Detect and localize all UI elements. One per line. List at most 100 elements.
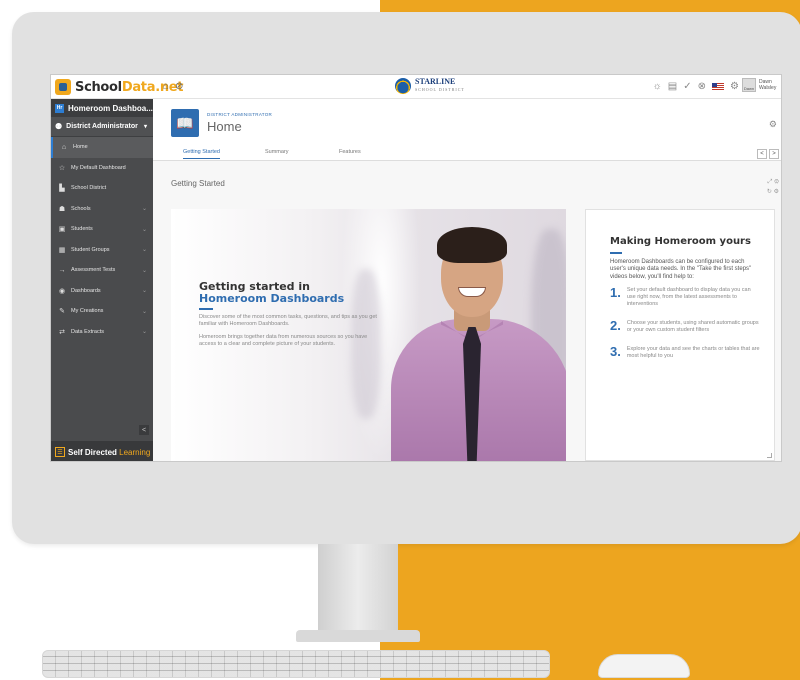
student-icon: ▣ — [58, 226, 66, 234]
sidebar-item-label: Assessment Tests — [71, 267, 116, 274]
toolbar-icons: ☼ ▤ ✓ ⊗ ⚙ — [653, 81, 739, 93]
sidebar-item-my-creations[interactable]: ✎ My Creations ⌄ — [51, 301, 153, 322]
page-settings-gear-icon[interactable]: ⚙ — [769, 119, 777, 130]
chevron-down-icon: ▾ — [143, 124, 147, 130]
chevron-left-icon[interactable]: < — [757, 149, 767, 159]
tab-summary[interactable]: Summary — [265, 149, 289, 158]
sidebar-collapse-button[interactable]: < — [139, 425, 149, 435]
section-gear-icon[interactable]: ⚙ — [774, 179, 779, 185]
refresh-icon[interactable]: ↻ — [767, 189, 772, 195]
sidebar-item-assessment-tests[interactable]: → Assessment Tests ⌄ — [51, 260, 153, 281]
learning-icon: ☰ — [55, 447, 65, 457]
chevron-down-icon: ⌄ — [141, 267, 147, 274]
hero-copy: Getting started in Homeroom Dashboards D… — [199, 281, 379, 354]
hero-divider — [199, 308, 213, 310]
mouse — [598, 654, 690, 678]
app-screen: SchoolData.net ⌂ ⊘ STARLINE SCHOOL DISTRI… — [50, 74, 782, 462]
chevron-down-icon: ⌄ — [141, 329, 147, 336]
step-text: Choose your students, using shared autom… — [626, 320, 759, 333]
sidebar-item-label: Schools — [71, 205, 91, 212]
tab-features[interactable]: Features — [339, 149, 361, 158]
district-logo: STARLINE SCHOOL DISTRICT — [395, 78, 465, 94]
sidebar-item-label: My Default Dashboard — [71, 164, 126, 171]
sidebar-item-dashboards[interactable]: ◉ Dashboards ⌄ — [51, 281, 153, 302]
section-gear-icon-2[interactable]: ⚙ — [774, 189, 779, 195]
tab-getting-started[interactable]: Getting Started — [183, 149, 220, 159]
sidebar-title: Homeroom Dashboa... — [68, 103, 153, 113]
keyboard — [42, 650, 550, 678]
resize-handle[interactable] — [767, 453, 772, 458]
user-name: Dawn Walsley — [759, 79, 777, 91]
self-directed-learning-link[interactable]: ☰ Self Directed Learning — [51, 441, 153, 461]
sidebar-item-school-district[interactable]: ▙ School District — [51, 178, 153, 199]
sidebar-item-my-default-dashboard[interactable]: ☆ My Default Dashboard — [51, 158, 153, 179]
page-role-label: DISTRICT ADMINISTRATOR — [207, 112, 273, 117]
group-icon: ▦ — [58, 246, 66, 254]
hero-paragraph-1: Discover some of the most common tasks, … — [199, 313, 377, 327]
check-shield-icon[interactable]: ✓ — [683, 81, 691, 93]
dashboard-icon: ◉ — [58, 287, 66, 295]
sidebar-item-label: School District — [71, 185, 107, 192]
sidebar-nav: ⌂ Home ☆ My Default Dashboard ▙ School Dist… — [51, 137, 153, 342]
step-number: 2. — [610, 318, 621, 333]
role-group-icon: ⚉ — [55, 122, 63, 131]
sidebar-item-label: Data Extracts — [71, 328, 105, 335]
step-text: Explore your data and see the charts or … — [626, 346, 760, 359]
role-selector[interactable]: ⚉ District Administrator ▾ — [51, 117, 153, 137]
sidebar: Hr Homeroom Dashboa... ⚉ District Admini… — [51, 99, 153, 461]
top-bar: SchoolData.net ⌂ ⊘ STARLINE SCHOOL DISTRI… — [51, 75, 781, 99]
compass-icon[interactable]: ⊘ — [175, 81, 183, 93]
section-title: Getting Started — [171, 179, 225, 188]
lightbulb-icon[interactable]: ☼ — [653, 81, 662, 93]
settings-gear-icon[interactable]: ⚙ — [730, 81, 739, 93]
document-icon[interactable]: ▤ — [668, 81, 677, 93]
hero-title: Getting started in Homeroom Dashboards — [199, 281, 379, 305]
district-subtitle: SCHOOL DISTRICT — [415, 87, 465, 92]
tab-bar: Getting Started Summary Features < > — [153, 147, 781, 161]
creations-icon: ✎ — [59, 308, 65, 316]
step-text: Set your default dashboard to display da… — [626, 287, 751, 307]
sidebar-item-data-extracts[interactable]: ⇄ Data Extracts ⌄ — [51, 322, 153, 343]
app-logo-icon — [55, 79, 71, 95]
hero-title-part2: Homeroom Dashboards — [199, 292, 345, 305]
app-badge: Hr — [55, 103, 64, 113]
chevron-down-icon: ⌄ — [141, 288, 147, 295]
making-homeroom-yours-card: Making Homeroom yours Homeroom Dashboard… — [585, 209, 775, 461]
sidebar-item-home[interactable]: ⌂ Home — [51, 137, 153, 158]
help-icon[interactable]: ⊗ — [698, 81, 706, 93]
logo-text-part2: Data.net — [121, 79, 184, 95]
book-icon: 📖 — [171, 109, 199, 137]
footer-text-part2: Learning — [119, 447, 151, 457]
user-menu[interactable]: Dawn Dawn Walsley — [742, 78, 779, 92]
hero-banner: Getting started in Homeroom Dashboards D… — [171, 209, 566, 461]
page-title: Home — [207, 119, 242, 134]
monitor-stand-base — [296, 630, 420, 642]
card-intro: Homeroom Dashboards can be configured to… — [610, 258, 752, 280]
building-icon: ▙ — [59, 185, 65, 193]
home-icon: ⌂ — [61, 143, 67, 151]
sidebar-item-schools[interactable]: ☗ Schools ⌄ — [51, 199, 153, 220]
monitor-stand — [318, 544, 398, 634]
sidebar-item-label: Student Groups — [71, 246, 110, 253]
footer-text-part1: Self Directed — [68, 447, 120, 457]
card-title: Making Homeroom yours — [610, 236, 751, 247]
sidebar-header[interactable]: Hr Homeroom Dashboa... — [51, 99, 153, 117]
star-icon: ☆ — [58, 164, 66, 172]
sidebar-item-students[interactable]: ▣ Students ⌄ — [51, 219, 153, 240]
person-hair — [437, 227, 507, 263]
expand-icon[interactable]: ⤢ — [768, 179, 773, 185]
main-content: 📖 DISTRICT ADMINISTRATOR Home ⚙ Getting … — [153, 99, 781, 461]
sitemap-icon: ☗ — [58, 205, 66, 213]
sidebar-item-label: Dashboards — [71, 287, 101, 294]
chevron-down-icon: ⌄ — [141, 206, 147, 213]
home-icon[interactable]: ⌂ — [163, 81, 169, 93]
page-header: 📖 DISTRICT ADMINISTRATOR Home ⚙ — [153, 99, 781, 147]
step-number: 3. — [610, 344, 621, 359]
district-emblem-icon — [395, 78, 411, 94]
hero-paragraph-2: Homeroom brings together data from numer… — [199, 333, 368, 347]
chevron-right-icon[interactable]: > — [769, 149, 779, 159]
sidebar-item-student-groups[interactable]: ▦ Student Groups ⌄ — [51, 240, 153, 261]
tab-scroll-arrows: < > — [757, 149, 779, 159]
avatar: Dawn — [742, 78, 756, 92]
us-flag-icon[interactable] — [712, 83, 725, 91]
